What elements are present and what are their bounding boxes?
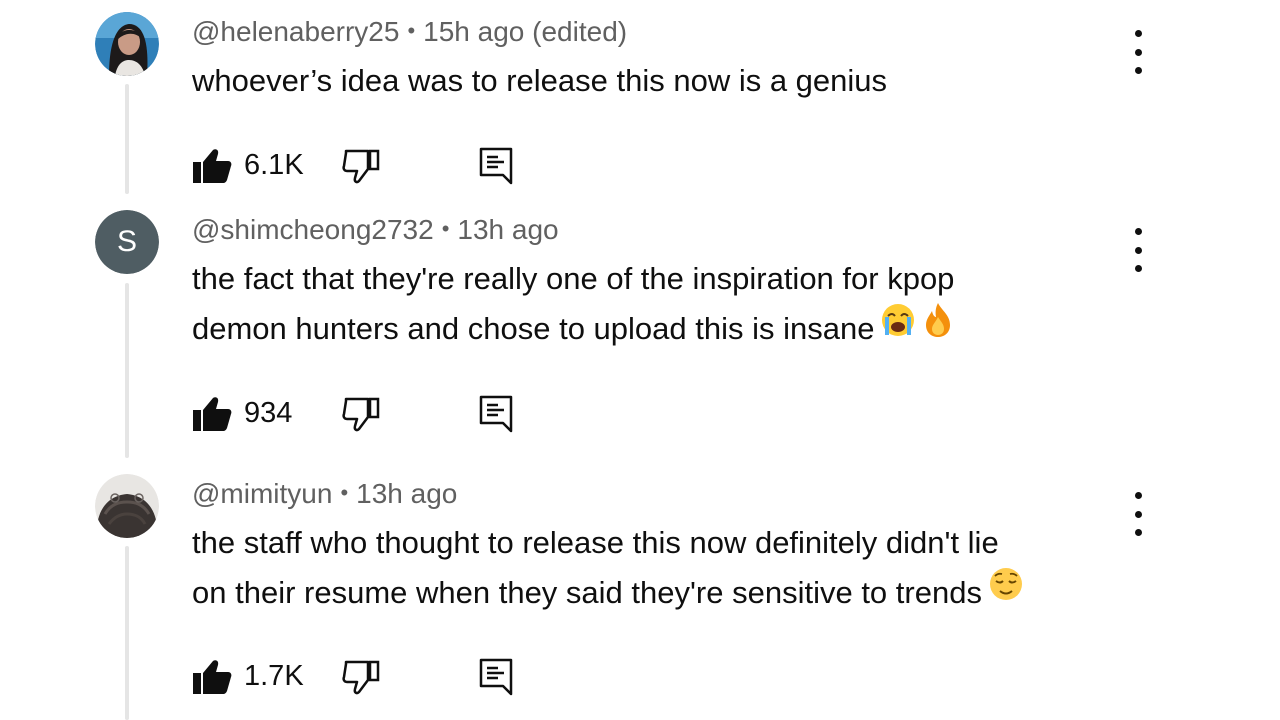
meta-separator: • [340,480,349,505]
reply-button[interactable] [476,143,516,187]
like-count: 1.7K [244,660,304,692]
meta-separator: • [441,216,450,241]
like-button[interactable] [190,143,234,187]
like-button[interactable] [190,391,234,435]
reply-icon [479,658,513,696]
reply-button[interactable] [476,654,516,698]
thumbs-up-icon [193,149,232,183]
like-button[interactable] [190,654,234,698]
comment-item: @mimityun • 13h ago the staff who thought … [0,474,1280,714]
thumbs-down-icon [342,397,380,432]
dislike-button[interactable] [340,143,384,187]
comment-meta: @helenaberry25 • 15h ago (edited) [192,14,627,50]
dislike-button[interactable] [340,654,384,698]
comment-time: 13h ago [457,214,559,245]
like-count: 6.1K [244,149,304,181]
avatar-photo [95,474,159,538]
comment-text-line: the staff who thought to release this no… [192,525,999,560]
comment-text: the staff who thought to release this no… [192,518,1112,620]
comment-time: 15h ago (edited) [423,16,628,47]
more-vertical-icon[interactable] [1122,26,1154,78]
more-vertical-icon[interactable] [1122,224,1154,276]
comment-meta: @mimityun • 13h ago [192,476,457,512]
dislike-button[interactable] [340,391,384,435]
comment-text-segment: on their resume when they said they're s… [192,575,982,610]
more-vertical-icon[interactable] [1122,488,1154,540]
comment-text-line: the fact that they're really one of the … [192,261,955,296]
avatar-photo [95,12,159,76]
thumbs-up-icon [193,660,232,694]
comment-text: whoever’s idea was to release this now i… [192,56,1112,106]
comment-text-segment: demon hunters and chose to upload this i… [192,311,875,346]
loudly-crying-face-icon [880,302,916,353]
reply-button[interactable] [476,391,516,435]
fire-icon [922,301,954,354]
relieved-face-icon [988,566,1024,617]
thumbs-down-icon [342,149,380,184]
comment-meta: @shimcheong2732 • 13h ago [192,212,559,248]
reply-icon [479,147,513,185]
meta-separator: • [407,18,416,43]
comment-text: the fact that they're really one of the … [192,254,1112,357]
comment-text-line: whoever’s idea was to release this now i… [192,63,888,98]
comment-time: 13h ago [356,478,458,509]
thumbs-up-icon [193,397,232,431]
comment-author[interactable]: @mimityun [192,478,332,509]
comment-text-line: demon hunters and chose to upload this i… [192,301,1112,357]
reply-icon [479,395,513,433]
comment-item: @helenaberry25 • 15h ago (edited) whoever’… [0,12,1280,192]
avatar[interactable] [95,474,159,538]
thumbs-down-icon [342,660,380,695]
comment-author[interactable]: @shimcheong2732 [192,214,434,245]
avatar[interactable] [95,12,159,76]
avatar-letter: S [95,210,159,274]
comment-author[interactable]: @helenaberry25 [192,16,399,47]
avatar[interactable]: S [95,210,159,274]
like-count: 934 [244,397,293,429]
comment-text-line: on their resume when they said they're s… [192,568,1112,620]
comment-item: S @shimcheong2732 • 13h ago the fact that … [0,210,1280,450]
